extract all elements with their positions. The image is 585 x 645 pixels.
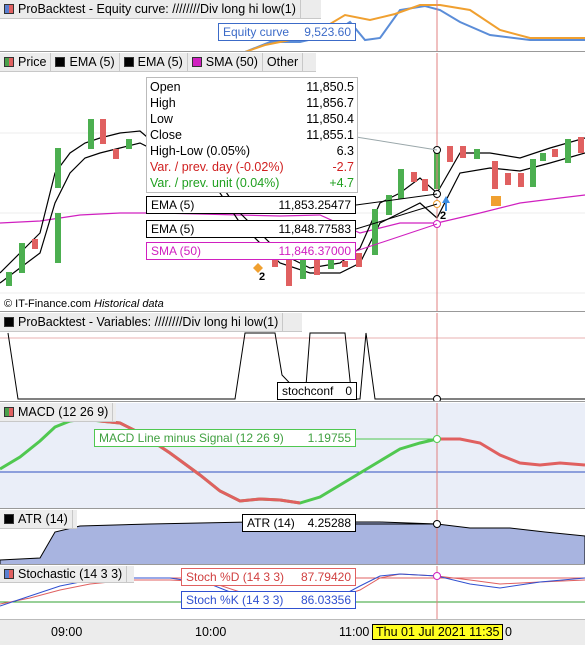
stochconf-value-box: stochconf 0 — [277, 382, 357, 400]
ohlc-close: Close 11,855.1 — [150, 128, 354, 142]
atr-value-box: ATR (14) 4.25288 — [242, 514, 356, 532]
stochastic-swatch-icon — [4, 569, 14, 579]
tick-0900: 09:00 — [51, 625, 83, 639]
tick-1200: 0 — [505, 625, 512, 639]
up-arrow-icon — [442, 196, 450, 211]
price-swatch-icon — [4, 57, 14, 67]
stoch-k-value-box: Stoch %K (14 3 3) 86.03356 — [181, 591, 356, 609]
atr-header: ATR (14) — [0, 510, 77, 529]
copyright-caption: © IT-Finance.com Historical data — [4, 298, 164, 310]
ema2-value-box: EMA (5) 11,848.77583 — [146, 220, 356, 238]
stochastic-panel: Stochastic (14 3 3) Stoch %D (14 3 3) 87.… — [0, 566, 585, 619]
equity-value-box: Equity curve 9,523.60 — [218, 23, 356, 41]
variables-header: ProBacktest - Variables: ////////Div lon… — [0, 313, 302, 332]
equity-panel: ProBacktest - Equity curve: ////////Div … — [0, 0, 585, 52]
variables-swatch-icon — [4, 317, 14, 327]
ohlc-var-unit: Var. / prev. unit (0.04%) +4.7 — [150, 176, 354, 190]
sma-swatch-icon — [191, 57, 202, 67]
ohlc-low: Low 11,850.4 — [150, 112, 354, 126]
stoch-d-value-box: Stoch %D (14 3 3) 87.79420 — [181, 568, 356, 586]
ohlc-tooltip: Open 11,850.5 High 11,856.7 Low 11,850.4 Cl… — [146, 77, 358, 193]
price-panel: Price EMA (5) EMA (5) SMA (50) Other Ope… — [0, 53, 585, 312]
macd-panel: MACD (12 26 9) MACD Line minus Signal (1… — [0, 403, 585, 509]
variables-panel: ProBacktest - Variables: ////////Div lon… — [0, 313, 585, 402]
stochastic-header: Stochastic (14 3 3) — [0, 566, 134, 583]
equity-header: ProBacktest - Equity curve: ////////Div … — [0, 0, 321, 19]
ohlc-open: Open 11,850.5 — [150, 80, 354, 94]
atr-panel: ATR (14) ATR (14) 4.25288 — [0, 510, 585, 565]
ema1-value-box: EMA (5) 11,853.25477 — [146, 196, 356, 214]
variables-title: ProBacktest - Variables: ////////Div lon… — [0, 313, 284, 332]
atr-title: ATR (14) — [0, 510, 73, 529]
macd-header: MACD (12 26 9) — [0, 403, 116, 422]
tag-ema-2[interactable]: EMA (5) — [120, 53, 188, 72]
time-axis: 09:00 10:00 11:00 0 Thu 01 Jul 2021 11:3… — [0, 619, 585, 645]
tag-ema-1[interactable]: EMA (5) — [51, 53, 120, 72]
marker-label-left: 2 — [259, 271, 266, 283]
tick-1100: 11:00 — [339, 625, 370, 639]
ohlc-high-low: High-Low (0.05%) 6.3 — [150, 144, 354, 158]
atr-swatch-icon — [4, 514, 14, 524]
tag-other[interactable]: Other — [263, 53, 304, 72]
marker-label-right: 2 — [440, 210, 447, 222]
macd-title: MACD (12 26 9) — [0, 403, 114, 422]
ema1-swatch-icon — [55, 57, 66, 67]
sma-value-box: SMA (50) 11,846.37000 — [146, 242, 356, 260]
macd-value-box: MACD Line minus Signal (12 26 9) 1.19755 — [94, 429, 356, 447]
price-header: Price EMA (5) EMA (5) SMA (50) Other — [0, 53, 316, 72]
equity-swatch-icon — [4, 4, 14, 14]
tick-1000: 10:00 — [195, 625, 227, 639]
stochastic-title: Stochastic (14 3 3) — [0, 566, 128, 583]
macd-swatch-icon — [4, 407, 14, 417]
ema2-swatch-icon — [123, 57, 134, 67]
ohlc-var-day: Var. / prev. day (-0.02%) -2.7 — [150, 160, 354, 174]
orange-marker-icon — [491, 196, 501, 206]
ohlc-high: High 11,856.7 — [150, 96, 354, 110]
tag-sma[interactable]: SMA (50) — [188, 53, 263, 72]
tag-price[interactable]: Price — [0, 53, 52, 72]
cursor-date: Thu 01 Jul 2021 11:35 — [372, 624, 504, 640]
equity-title: ProBacktest - Equity curve: ////////Div … — [0, 0, 301, 19]
